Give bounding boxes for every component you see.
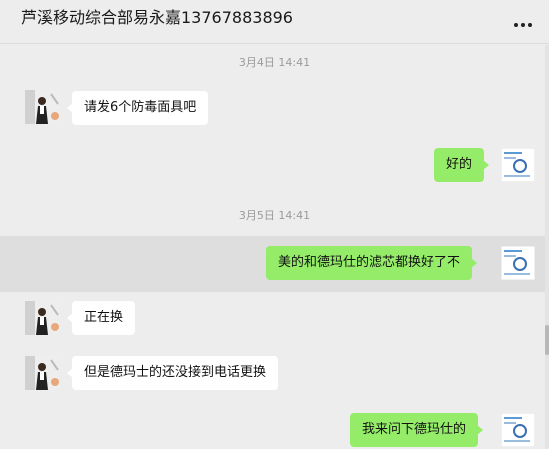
my-avatar[interactable] [501,413,535,447]
contact-avatar[interactable] [25,90,59,124]
my-avatar[interactable] [501,246,535,280]
message-bubble-incoming[interactable]: 正在换 [66,301,136,335]
contact-avatar[interactable] [25,356,59,390]
chat-header: 芦溪移动综合部易永嘉13767883896 [0,0,549,44]
message-bubble-outgoing[interactable]: 好的 [434,148,490,182]
scrollbar-thumb[interactable] [545,325,549,355]
chat-title: 芦溪移动综合部易永嘉13767883896 [21,8,293,27]
timestamp: 3月5日 14:41 [238,209,311,222]
message-bubble-incoming[interactable]: 但是德玛士的还没接到电话更换 [66,356,279,390]
scrollbar[interactable] [545,45,549,449]
message-list[interactable]: 3月4日 14:41 请发6个防毒面具吧 好的 3月5日 14:41 美的和德玛… [0,45,549,449]
message-bubble-outgoing[interactable]: 美的和德玛仕的滤芯都换好了不 [266,246,478,280]
contact-avatar-image [25,356,59,390]
contact-avatar[interactable] [25,301,59,335]
contact-avatar-image [25,301,59,335]
message-bubble-outgoing[interactable]: 我来问下德玛仕的 [350,413,484,447]
more-dots-icon[interactable] [512,20,534,30]
contact-avatar-image [25,90,59,124]
my-avatar-image [501,246,535,280]
message-bubble-incoming[interactable]: 请发6个防毒面具吧 [66,91,209,125]
timestamp: 3月4日 14:41 [238,56,311,69]
my-avatar-image [501,413,535,447]
my-avatar[interactable] [501,148,535,182]
my-avatar-image [501,148,535,182]
